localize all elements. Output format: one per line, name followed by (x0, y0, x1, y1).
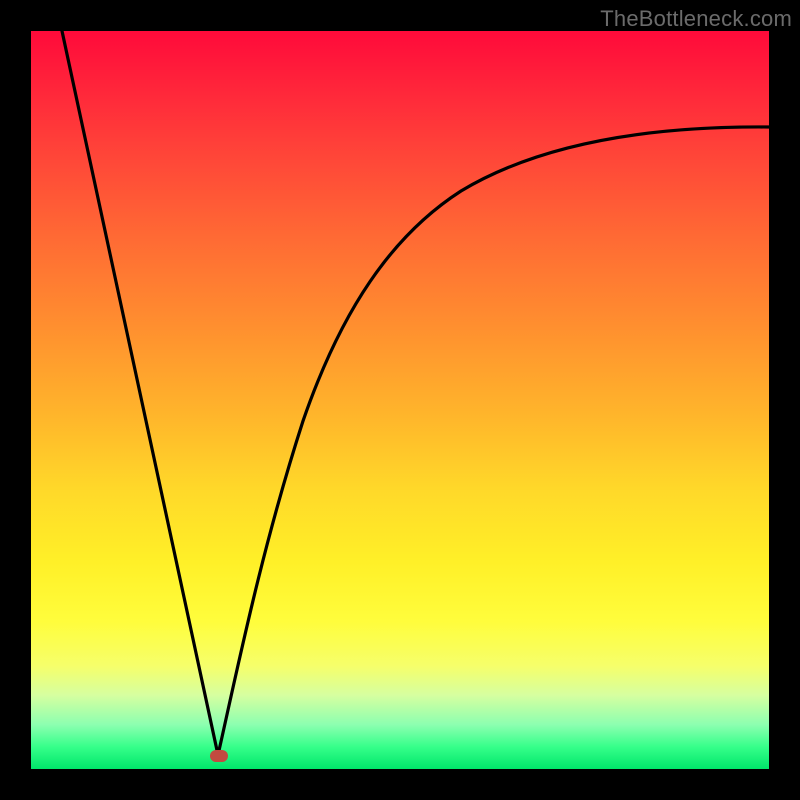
bottleneck-curve (31, 31, 769, 769)
curve-left-segment (62, 31, 218, 755)
chart-frame: TheBottleneck.com (0, 0, 800, 800)
watermark-text: TheBottleneck.com (600, 6, 792, 32)
curve-right-segment (218, 127, 769, 755)
trough-marker (210, 750, 228, 762)
plot-area (31, 31, 769, 769)
